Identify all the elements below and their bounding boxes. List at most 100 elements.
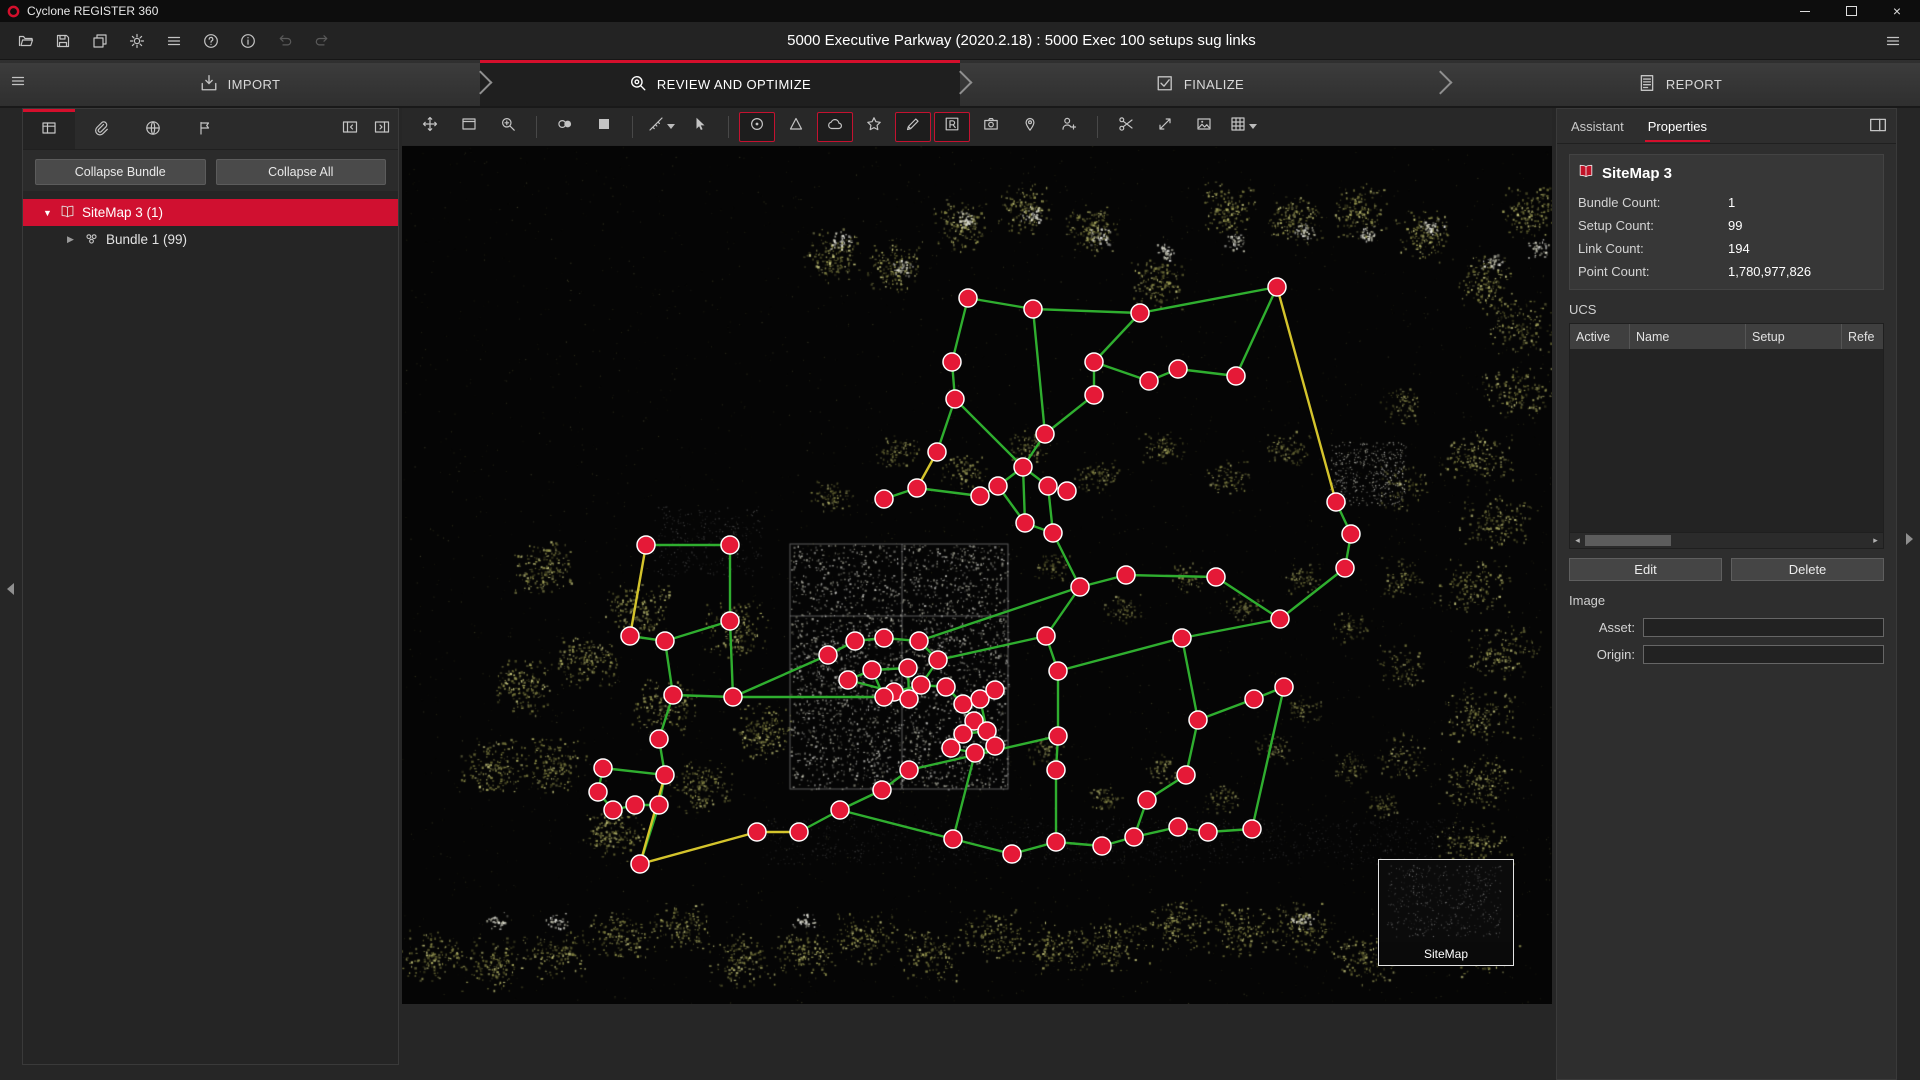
pan-button[interactable] xyxy=(412,112,448,142)
dropdown-caret-icon[interactable] xyxy=(1249,124,1257,129)
origin-input[interactable] xyxy=(1643,645,1884,664)
setup-node[interactable] xyxy=(650,730,668,748)
setup-node[interactable] xyxy=(604,801,622,819)
user-link-button[interactable] xyxy=(1051,112,1087,142)
cone-button[interactable] xyxy=(778,112,814,142)
maximize-button[interactable] xyxy=(1828,0,1874,22)
expander-right-icon[interactable]: ▶ xyxy=(67,234,77,245)
tab-project-explorer[interactable] xyxy=(23,109,75,149)
setup-node[interactable] xyxy=(1049,727,1067,745)
tree-item-bundle[interactable]: ▶ Bundle 1 (99) xyxy=(23,226,398,253)
setup-node[interactable] xyxy=(1085,386,1103,404)
setup-node[interactable] xyxy=(928,443,946,461)
expander-down-icon[interactable]: ▼ xyxy=(43,208,53,218)
setup-node[interactable] xyxy=(943,353,961,371)
setup-node[interactable] xyxy=(989,477,1007,495)
tab-finalize[interactable]: FINALIZE xyxy=(960,60,1440,106)
setup-node[interactable] xyxy=(589,783,607,801)
setup-node[interactable] xyxy=(621,627,639,645)
camera-button[interactable] xyxy=(973,112,1009,142)
setup-node[interactable] xyxy=(1014,458,1032,476)
setup-link[interactable] xyxy=(1236,287,1277,376)
asset-input[interactable] xyxy=(1643,618,1884,637)
tab-review-and-optimize[interactable]: REVIEW AND OPTIMIZE xyxy=(480,60,960,106)
grid-button[interactable] xyxy=(1225,112,1261,142)
setup-node[interactable] xyxy=(1245,690,1263,708)
setup-node[interactable] xyxy=(1049,662,1067,680)
setup-node[interactable] xyxy=(944,830,962,848)
import-copy-icon[interactable] xyxy=(89,30,111,52)
setup-node[interactable] xyxy=(929,651,947,669)
setup-node[interactable] xyxy=(656,632,674,650)
setup-node[interactable] xyxy=(1169,818,1187,836)
setup-node[interactable] xyxy=(937,678,955,696)
setup-node[interactable] xyxy=(1016,514,1034,532)
tab-import[interactable]: IMPORT xyxy=(0,60,480,106)
setup-link[interactable] xyxy=(630,545,646,636)
setup-node[interactable] xyxy=(1131,304,1149,322)
setup-link[interactable] xyxy=(1058,638,1182,671)
setup-node[interactable] xyxy=(1036,425,1054,443)
setup-node[interactable] xyxy=(721,612,739,630)
collapse-all-button[interactable]: Collapse All xyxy=(216,159,387,185)
tab-assistant[interactable]: Assistant xyxy=(1571,111,1624,142)
setup-node[interactable] xyxy=(900,690,918,708)
minimize-button[interactable] xyxy=(1782,0,1828,22)
setup-link[interactable] xyxy=(730,621,733,697)
workflow-menu-icon[interactable] xyxy=(10,73,26,94)
scroll-left-icon[interactable]: ◂ xyxy=(1570,535,1585,546)
setup-node[interactable] xyxy=(1071,578,1089,596)
setup-link[interactable] xyxy=(1182,619,1280,638)
setup-node[interactable] xyxy=(664,686,682,704)
tab-attachments[interactable] xyxy=(75,109,127,149)
setup-link[interactable] xyxy=(840,810,953,839)
setup-node[interactable] xyxy=(1003,845,1021,863)
setup-node[interactable] xyxy=(986,737,1004,755)
setup-link[interactable] xyxy=(968,298,1033,309)
setup-node[interactable] xyxy=(1227,367,1245,385)
setup-link[interactable] xyxy=(1280,568,1345,619)
setup-link[interactable] xyxy=(952,298,968,362)
setup-node[interactable] xyxy=(946,390,964,408)
transform-arrows-button[interactable] xyxy=(1147,112,1183,142)
setup-link[interactable] xyxy=(733,655,828,697)
draw-pen-button[interactable] xyxy=(895,112,931,142)
setup-node[interactable] xyxy=(954,695,972,713)
setup-circle-button[interactable] xyxy=(739,112,775,142)
ucs-col-reference[interactable]: Refe xyxy=(1842,324,1883,349)
setup-node[interactable] xyxy=(1199,823,1217,841)
undo-icon[interactable] xyxy=(274,30,296,52)
setup-link[interactable] xyxy=(919,587,1080,641)
setup-node[interactable] xyxy=(908,479,926,497)
scroll-thumb[interactable] xyxy=(1585,535,1671,546)
setup-node[interactable] xyxy=(721,536,739,554)
setup-node[interactable] xyxy=(971,487,989,505)
setup-node[interactable] xyxy=(819,646,837,664)
setup-node[interactable] xyxy=(626,796,644,814)
setup-node[interactable] xyxy=(1093,837,1111,855)
setup-link[interactable] xyxy=(1033,309,1140,313)
ucs-col-setup[interactable]: Setup xyxy=(1746,324,1842,349)
delete-button[interactable]: Delete xyxy=(1731,558,1884,581)
list-icon[interactable] xyxy=(163,30,185,52)
setup-node[interactable] xyxy=(873,781,891,799)
open-folder-icon[interactable] xyxy=(15,30,37,52)
setup-link[interactable] xyxy=(1140,287,1277,313)
setup-node[interactable] xyxy=(966,744,984,762)
setup-node[interactable] xyxy=(656,766,674,784)
setup-node[interactable] xyxy=(1117,566,1135,584)
layout-panels-icon[interactable] xyxy=(1869,116,1887,137)
fill-square-button[interactable] xyxy=(586,112,622,142)
panel-collapse-right-button[interactable] xyxy=(366,109,398,149)
setup-node[interactable] xyxy=(1058,482,1076,500)
image-frame-button[interactable] xyxy=(1186,112,1222,142)
tab-report[interactable]: REPORT xyxy=(1440,60,1920,106)
select-arrow-button[interactable] xyxy=(682,112,718,142)
setup-link[interactable] xyxy=(1216,577,1280,619)
setup-node[interactable] xyxy=(1173,629,1191,647)
fit-window-button[interactable] xyxy=(451,112,487,142)
setup-node[interactable] xyxy=(1342,525,1360,543)
setup-node[interactable] xyxy=(899,659,917,677)
setup-node[interactable] xyxy=(1207,568,1225,586)
dropdown-caret-icon[interactable] xyxy=(667,124,675,129)
